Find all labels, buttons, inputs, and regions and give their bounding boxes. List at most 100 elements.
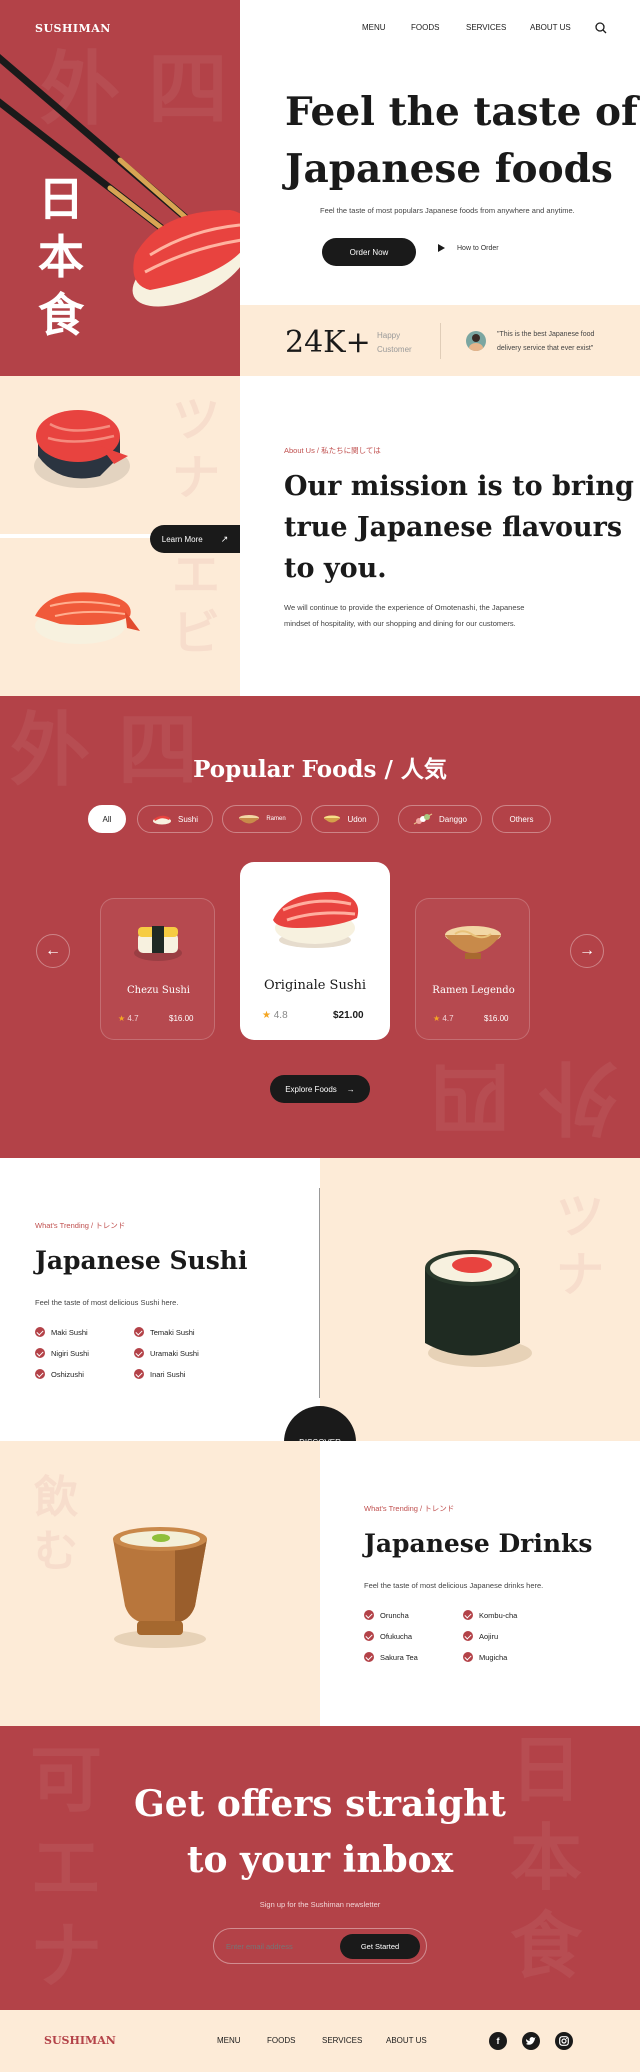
- star-icon: ★: [118, 1014, 126, 1023]
- stats-divider: [440, 323, 441, 359]
- udon-icon: [324, 815, 341, 823]
- get-started-button[interactable]: Get Started: [340, 1934, 420, 1959]
- maki-roll-illustration: [425, 1250, 532, 1367]
- newsletter-section: 可エナ 日本食 Get offers straight to your inbox…: [0, 1726, 640, 2010]
- card-price: $16.00: [169, 1014, 194, 1023]
- facebook-icon[interactable]: f: [489, 2032, 507, 2050]
- check-icon: [35, 1348, 45, 1358]
- hero-title: Feel the taste of Japanese foods: [285, 89, 638, 192]
- trending-drinks-text: What's Trending / トレンド Japanese Drinks F…: [320, 1441, 640, 1726]
- sushi-item: Uramaki Sushi: [134, 1348, 199, 1358]
- email-input[interactable]: [226, 1938, 336, 1954]
- check-icon: [134, 1327, 144, 1337]
- popular-title: Popular Foods / 人気: [193, 756, 447, 783]
- footer: SUSHIMAN MENU FOODS SERVICES ABOUT US: [0, 2010, 640, 2072]
- sushi-subtitle: Feel the taste of most delicious Sushi h…: [35, 1298, 179, 1307]
- stats-bar: 24K+ Happy Customer "This is the best Jap…: [240, 305, 640, 376]
- nav-about-us[interactable]: ABOUT US: [530, 23, 571, 32]
- food-card-ramen-legendo[interactable]: Ramen Legendo ★ 4.7 $16.00: [415, 898, 530, 1040]
- sushi-item: Maki Sushi: [35, 1327, 88, 1337]
- explore-foods-button[interactable]: Explore Foods →: [270, 1075, 370, 1103]
- testimonial-quote: "This is the best Japanese food delivery …: [497, 331, 595, 352]
- ghost-kanji: 外 四: [430, 1050, 618, 1143]
- footer-menu-link[interactable]: MENU: [217, 2036, 241, 2045]
- about-title: Our mission is to bring true Japanese fla…: [284, 471, 634, 584]
- hero-left-panel: 外 四 SUSHIMAN 日 本 食: [0, 0, 240, 376]
- ramen-legendo-image: [445, 926, 501, 959]
- card-name: Originale Sushi: [263, 978, 367, 993]
- ghost-kana: 飲む: [34, 1472, 78, 1577]
- sushi-title: Japanese Sushi: [35, 1246, 248, 1275]
- sushi-icon: [152, 815, 171, 825]
- check-icon: [134, 1348, 144, 1358]
- nav-services[interactable]: SERVICES: [466, 23, 506, 32]
- star-icon: ★: [262, 1010, 271, 1021]
- food-card-originale-sushi[interactable]: Originale Sushi ★ 4.8 $21.00: [240, 862, 390, 1040]
- twitter-icon[interactable]: [522, 2032, 540, 2050]
- tea-cup-illustration: [113, 1527, 207, 1648]
- how-to-order-link[interactable]: How to Order: [438, 244, 499, 252]
- next-arrow-button[interactable]: →: [570, 934, 604, 968]
- card-price: $16.00: [484, 1014, 509, 1023]
- filter-udon[interactable]: Udon: [311, 805, 379, 833]
- card-rating: ★ 4.8: [262, 1010, 288, 1021]
- ghost-kana: エビ: [172, 547, 221, 661]
- newsletter-form: Get Started: [213, 1928, 427, 1964]
- search-icon[interactable]: [595, 22, 607, 34]
- hero-subtitle: Feel the taste of most populars Japanese…: [320, 206, 575, 215]
- order-now-button[interactable]: Order Now: [322, 238, 416, 266]
- sushi-item: Oshizushi: [35, 1369, 84, 1379]
- nav-foods[interactable]: FOODS: [411, 23, 439, 32]
- brand-logo[interactable]: SUSHIMAN: [35, 22, 111, 35]
- drinks-eyebrow: What's Trending / トレンド: [364, 1504, 455, 1513]
- card-name: Chezu Sushi: [127, 985, 190, 996]
- drink-item: Kombu-cha: [463, 1610, 517, 1620]
- ghost-kana: ツナ: [172, 392, 221, 506]
- tuna-steak-illustration: [34, 410, 130, 488]
- drink-item: Ofukucha: [364, 1631, 412, 1641]
- arrow-right-icon: →: [346, 1084, 355, 1094]
- check-icon: [364, 1652, 374, 1662]
- check-icon: [463, 1610, 473, 1620]
- arrow-up-right-icon: ↗: [220, 533, 229, 544]
- check-icon: [463, 1631, 473, 1641]
- check-icon: [134, 1369, 144, 1379]
- footer-about-link[interactable]: ABOUT US: [386, 2036, 427, 2045]
- sushi-item: Temaki Sushi: [134, 1327, 195, 1337]
- footer-foods-link[interactable]: FOODS: [267, 2036, 295, 2045]
- ebi-nigiri-illustration: [35, 592, 140, 644]
- filter-others[interactable]: Others: [492, 805, 551, 833]
- sushi-eyebrow: What's Trending / トレンド: [35, 1221, 126, 1230]
- filter-all[interactable]: All: [88, 805, 126, 833]
- prev-arrow-button[interactable]: ←: [36, 934, 70, 968]
- drink-item: Mugicha: [463, 1652, 507, 1662]
- drink-item: Aojiru: [463, 1631, 498, 1641]
- divider-line: [319, 1188, 320, 1398]
- drink-item: Oruncha: [364, 1610, 409, 1620]
- chopsticks-sushi-illustration: [0, 53, 240, 307]
- nav-menu[interactable]: MENU: [362, 23, 386, 32]
- stats-count: 24K+: [285, 325, 371, 360]
- trending-sushi-text: What's Trending / トレンド Japanese Sushi Fe…: [0, 1158, 320, 1441]
- filter-ramen[interactable]: Ramen: [222, 805, 302, 833]
- hero-right-panel: MENU FOODS SERVICES ABOUT US Feel the ta…: [240, 0, 640, 305]
- filter-danggo[interactable]: Danggo: [398, 805, 482, 833]
- card-rating: ★ 4.7: [433, 1014, 454, 1023]
- footer-brand-logo[interactable]: SUSHIMAN: [44, 2034, 116, 2047]
- learn-more-button[interactable]: Learn More ↗: [150, 525, 240, 553]
- footer-services-link[interactable]: SERVICES: [322, 2036, 362, 2045]
- food-card-chezu-sushi[interactable]: Chezu Sushi ★ 4.7 $16.00: [100, 898, 215, 1040]
- about-eyebrow: About Us / 私たちに関しては: [284, 446, 381, 455]
- instagram-icon[interactable]: [555, 2032, 573, 2050]
- star-icon: ★: [433, 1014, 441, 1023]
- check-icon: [364, 1631, 374, 1641]
- newsletter-subtitle: Sign up for the Sushiman newsletter: [259, 1900, 381, 1909]
- sushi-item: Nigiri Sushi: [35, 1348, 89, 1358]
- card-price: $21.00: [333, 1010, 364, 1021]
- drinks-title: Japanese Drinks: [364, 1529, 593, 1558]
- card-name: Ramen Legendo: [432, 985, 515, 996]
- filter-sushi[interactable]: Sushi: [137, 805, 213, 833]
- check-icon: [364, 1610, 374, 1620]
- trending-sushi-image-panel: ツナ: [320, 1158, 640, 1441]
- ramen-icon: [239, 815, 260, 824]
